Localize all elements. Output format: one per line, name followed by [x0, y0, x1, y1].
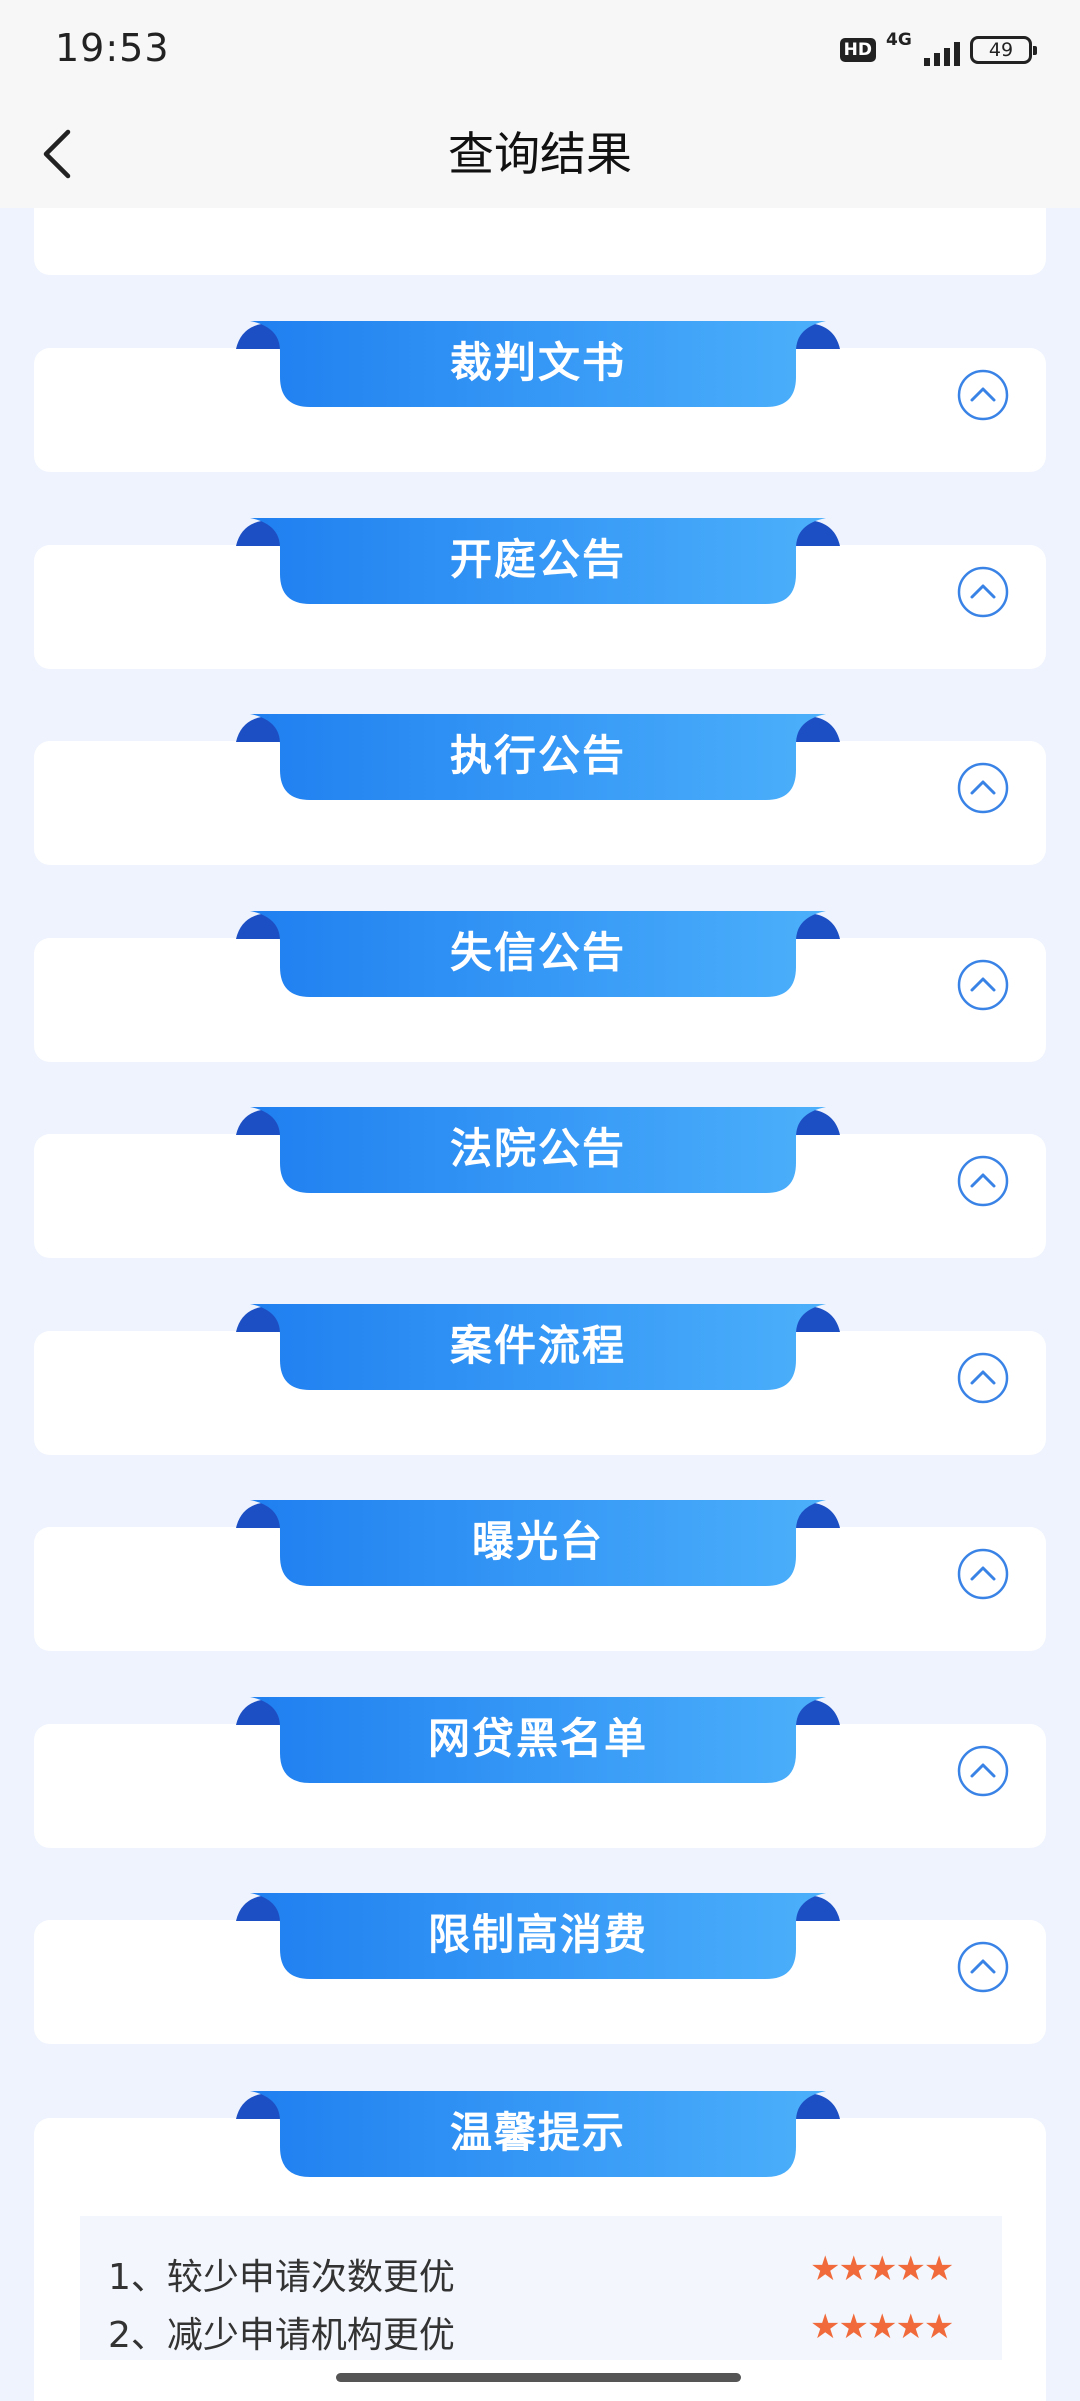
- previous-section-card: [34, 208, 1046, 275]
- section-title: 开庭公告: [449, 534, 626, 584]
- section-ribbon-header: 案件流程: [236, 1303, 840, 1392]
- tip-item-1: 1、较少申请次数更优: [108, 2257, 455, 2298]
- section-ribbon-header: 限制高消费: [236, 1893, 840, 1981]
- section-ribbon-header: 法院公告: [236, 1107, 840, 1195]
- tip-item-2: 2、减少申请机构更优: [108, 2315, 455, 2356]
- section-ribbon-header: 失信公告: [236, 910, 840, 999]
- chevron-up-icon[interactable]: [957, 1941, 1009, 1993]
- section-title: 执行公告: [449, 731, 626, 780]
- page-title: 查询结果: [448, 127, 632, 181]
- battery-icon: 49: [970, 36, 1037, 64]
- chevron-up-icon[interactable]: [957, 566, 1009, 618]
- tips-ribbon-header: 温馨提示: [236, 2091, 840, 2179]
- section-ribbon-header: 网贷黑名单: [236, 1696, 840, 1785]
- chevron-up-icon[interactable]: [957, 959, 1009, 1011]
- status-bar: 19:53 HD 4G 49: [0, 0, 1080, 96]
- section-title: 法院公告: [449, 1124, 626, 1173]
- section-title: 裁判文书: [449, 338, 626, 387]
- chevron-up-icon[interactable]: [957, 762, 1009, 814]
- section-ribbon-header: 执行公告: [236, 714, 840, 802]
- section-ribbon-header: 裁判文书: [236, 321, 840, 409]
- chevron-up-icon[interactable]: [957, 1745, 1009, 1797]
- hd-icon: HD: [839, 38, 876, 62]
- section-title: 曝光台: [471, 1517, 604, 1566]
- chevron-up-icon[interactable]: [957, 1548, 1009, 1600]
- section-title: 限制高消费: [427, 1910, 648, 1959]
- tip-1-star-rating: ★★★★★: [810, 2249, 954, 2289]
- chevron-up-icon[interactable]: [957, 1155, 1009, 1207]
- chevron-up-icon[interactable]: [957, 1352, 1009, 1404]
- tip-2-star-rating: ★★★★★: [810, 2307, 954, 2347]
- section-title: 案件流程: [449, 1320, 626, 1370]
- signal-icon: 4G: [886, 30, 960, 70]
- section-title: 网贷黑名单: [427, 1713, 648, 1763]
- status-time: 19:53: [55, 26, 170, 70]
- section-title: 失信公告: [449, 927, 626, 977]
- nav-bar: 查询结果: [0, 96, 1080, 208]
- tips-title: 温馨提示: [449, 2108, 626, 2157]
- status-icons: HD 4G 49: [839, 30, 1037, 70]
- chevron-up-icon[interactable]: [957, 369, 1009, 421]
- home-indicator[interactable]: [336, 2373, 741, 2382]
- network-type-label: 4G: [886, 30, 912, 50]
- section-ribbon-header: 开庭公告: [236, 517, 840, 606]
- battery-level: 49: [988, 39, 1014, 61]
- section-ribbon-header: 曝光台: [236, 1500, 840, 1588]
